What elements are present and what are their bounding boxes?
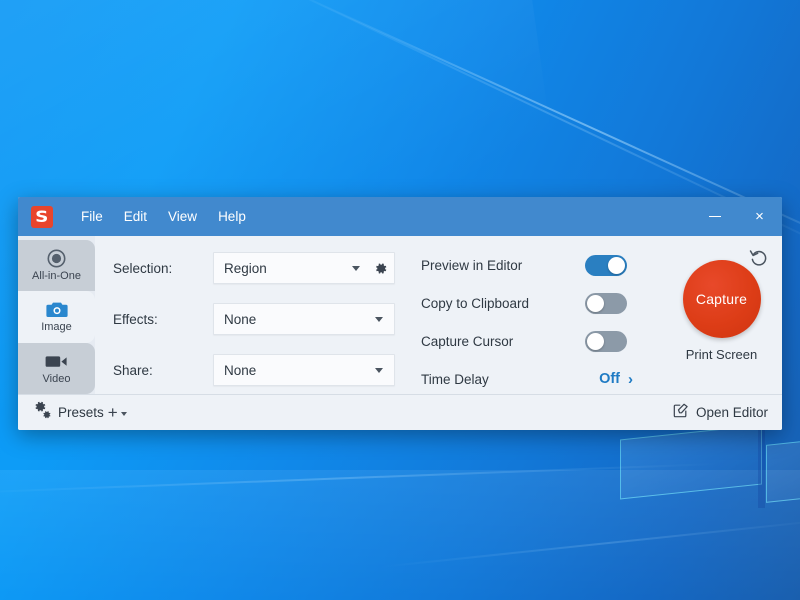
toggle-knob xyxy=(587,332,604,350)
chevron-down-icon xyxy=(120,412,127,416)
edit-square-icon xyxy=(673,402,689,423)
open-editor-button[interactable]: Open Editor xyxy=(673,402,768,423)
minimize-button[interactable] xyxy=(692,197,737,236)
selection-value: Region xyxy=(224,260,267,276)
plus-icon: + xyxy=(107,403,118,422)
camcorder-icon xyxy=(45,352,68,371)
preview-in-editor-toggle[interactable] xyxy=(585,254,627,276)
options-column: Preview in Editor Copy to Clipboard Capt… xyxy=(413,246,661,394)
sidebar-item-all-in-one[interactable]: All-in-One xyxy=(18,240,95,292)
setting-row-share: Share: None xyxy=(113,352,413,388)
presets-group[interactable]: Presets xyxy=(32,401,104,425)
footer-bar: Presets + Open Editor xyxy=(18,394,782,430)
effects-label: Effects: xyxy=(113,311,158,327)
settings-column: Selection: Region Effects: None Share: N… xyxy=(95,246,413,394)
capture-button-label: Capture xyxy=(695,291,748,307)
minimize-icon xyxy=(708,215,721,218)
share-dropdown[interactable]: None xyxy=(213,354,395,386)
setting-row-effects: Effects: None xyxy=(113,301,413,337)
add-preset-button[interactable]: + xyxy=(108,404,127,421)
time-delay-value[interactable]: Off xyxy=(599,371,620,387)
menu-item-help[interactable]: Help xyxy=(208,205,256,228)
wallpaper-window-divider xyxy=(758,430,765,508)
sidebar-item-label: All-in-One xyxy=(32,270,81,283)
time-delay-label: Time Delay xyxy=(421,371,489,387)
preview-in-editor-label: Preview in Editor xyxy=(421,257,523,273)
chevron-down-icon xyxy=(375,367,383,373)
double-gear-icon xyxy=(32,401,51,425)
effects-value: None xyxy=(224,311,257,327)
capture-column: Capture Print Screen xyxy=(661,246,782,394)
mode-sidebar: All-in-One Image Video xyxy=(18,236,95,394)
snagit-s-glyph: S xyxy=(35,206,49,226)
selection-settings-gear-icon[interactable] xyxy=(366,254,394,282)
close-button[interactable]: × xyxy=(737,197,782,236)
toggle-knob xyxy=(587,294,604,312)
capture-hotkey-caption: Print Screen xyxy=(685,347,758,362)
snagit-logo-icon: S xyxy=(31,205,53,228)
sidebar-item-video[interactable]: Video xyxy=(18,342,95,394)
chevron-down-icon xyxy=(375,316,383,322)
effects-dropdown[interactable]: None xyxy=(213,303,395,335)
toggle-knob xyxy=(608,256,625,274)
copy-to-clipboard-label: Copy to Clipboard xyxy=(421,295,530,311)
option-row-time-delay[interactable]: Time Delay Off › xyxy=(413,364,661,394)
title-bar: S File Edit View Help × xyxy=(18,197,782,236)
share-label: Share: xyxy=(113,362,153,378)
selection-dropdown[interactable]: Region xyxy=(213,252,395,284)
sidebar-item-image[interactable]: Image xyxy=(18,291,95,343)
menu-item-file[interactable]: File xyxy=(71,205,113,228)
capture-cursor-toggle[interactable] xyxy=(585,330,627,352)
undo-reset-icon[interactable] xyxy=(749,248,768,272)
circle-target-icon xyxy=(47,249,66,268)
setting-row-selection: Selection: Region xyxy=(113,250,413,286)
sidebar-item-label: Video xyxy=(42,372,71,385)
camera-icon xyxy=(45,300,68,319)
menu-bar: File Edit View Help xyxy=(71,205,256,228)
sidebar-item-label: Image xyxy=(41,321,72,334)
menu-item-view[interactable]: View xyxy=(158,205,207,228)
option-row-capture-cursor: Capture Cursor xyxy=(413,326,661,356)
window-body: All-in-One Image Video Selection: Region… xyxy=(18,236,782,394)
menu-item-edit[interactable]: Edit xyxy=(114,205,157,228)
window-controls: × xyxy=(692,197,782,236)
open-editor-label: Open Editor xyxy=(695,405,768,420)
copy-to-clipboard-toggle[interactable] xyxy=(585,292,627,314)
chevron-down-icon xyxy=(352,265,360,271)
selection-label: Selection: xyxy=(113,260,173,276)
option-row-preview-in-editor: Preview in Editor xyxy=(413,250,661,280)
share-value: None xyxy=(224,362,257,378)
chevron-right-icon[interactable]: › xyxy=(628,371,633,388)
capture-cursor-label: Capture Cursor xyxy=(421,333,514,349)
snagit-capture-window: S File Edit View Help × All-in-One Image… xyxy=(18,197,782,430)
capture-settings-panel: Selection: Region Effects: None Share: N… xyxy=(95,236,782,394)
presets-label: Presets xyxy=(58,405,104,420)
option-row-copy-to-clipboard: Copy to Clipboard xyxy=(413,288,661,318)
desktop-wallpaper: S File Edit View Help × All-in-One Image… xyxy=(0,0,800,600)
wallpaper-window-pane xyxy=(766,435,800,503)
